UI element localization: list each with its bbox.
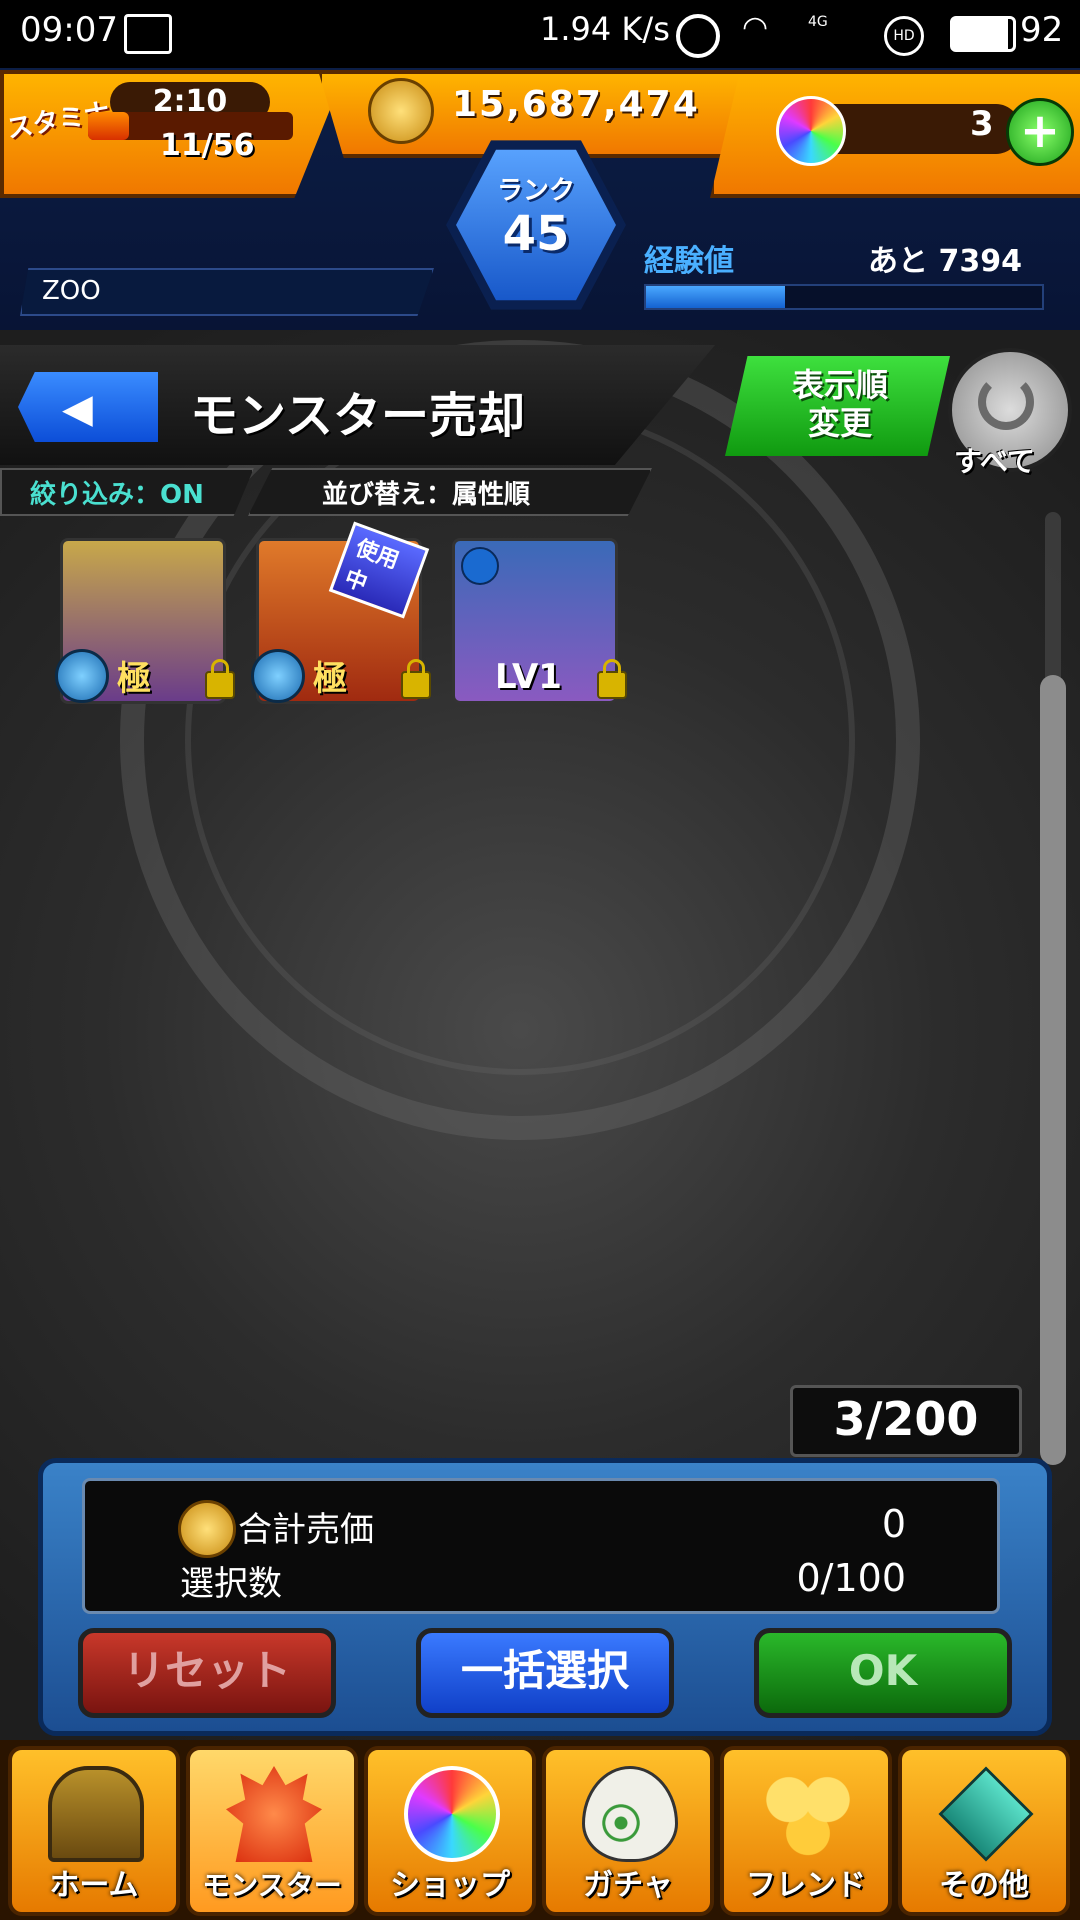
- image-notification-icon: [124, 14, 172, 54]
- network-speed: 1.94 K/s: [540, 10, 670, 48]
- orb-count: 3: [970, 104, 994, 144]
- rainbow-orb-icon: [404, 1766, 500, 1862]
- nav-label: ガチャ: [583, 1868, 673, 1903]
- page-title: モンスター売却: [190, 388, 526, 444]
- exp-bar: [644, 284, 1044, 310]
- friend-balloon-icon: [760, 1766, 856, 1862]
- show-all-label[interactable]: すべて: [954, 440, 1035, 480]
- player-name: ZOO: [42, 276, 101, 306]
- monster-card[interactable]: 極: [55, 538, 235, 704]
- network-type: 4G: [808, 14, 828, 30]
- sort-change-label: 表示順 変更: [791, 366, 888, 442]
- alarm-icon: [676, 14, 720, 58]
- nav-friend[interactable]: フレンド: [720, 1746, 892, 1916]
- refresh-icon: [978, 374, 1034, 430]
- coin-icon: [368, 78, 434, 144]
- box-count: 3/200: [790, 1385, 1022, 1457]
- nav-label: モンスター: [202, 1869, 342, 1902]
- rank-value: 45: [502, 206, 570, 262]
- exp-label: 経験値: [644, 244, 734, 279]
- monster-card[interactable]: LV1: [452, 538, 627, 704]
- coin-icon: [178, 1500, 236, 1558]
- coin-count: 15,687,474: [452, 84, 700, 125]
- sort-change-button[interactable]: 表示順 変更: [725, 356, 950, 456]
- status-bar: 09:07 1.94 K/s ◠ 4G HD 92: [0, 0, 1080, 68]
- filter-label[interactable]: 絞り込み：ON: [30, 474, 204, 511]
- back-button[interactable]: ◀: [18, 372, 158, 442]
- scrollbar-thumb[interactable]: [1040, 675, 1066, 1465]
- ok-button[interactable]: OK: [754, 1628, 1012, 1718]
- lock-icon: [597, 659, 627, 699]
- nav-gacha[interactable]: ガチャ: [542, 1746, 714, 1916]
- water-element-icon: [55, 649, 109, 703]
- nav-other[interactable]: その他: [898, 1746, 1070, 1916]
- water-element-icon: [251, 649, 305, 703]
- selected-count-value: 0/100: [796, 1556, 906, 1600]
- water-element-badge-icon: [461, 547, 499, 585]
- nav-label: ショップ: [390, 1868, 510, 1903]
- battery-icon: [950, 16, 1016, 52]
- nav-label: ホーム: [49, 1868, 139, 1903]
- hd-icon: HD: [884, 16, 924, 56]
- nav-home[interactable]: ホーム: [8, 1746, 180, 1916]
- home-gate-icon: [48, 1766, 144, 1862]
- egg-icon: [582, 1766, 678, 1862]
- exp-remaining: あと 7394: [868, 244, 1022, 279]
- monster-icon: [226, 1766, 322, 1862]
- reset-button[interactable]: リセット: [78, 1628, 336, 1718]
- stamina-value: 11/56: [160, 128, 255, 163]
- monster-label: 極: [313, 659, 347, 699]
- total-price-value: 0: [881, 1502, 906, 1546]
- lock-icon: [205, 659, 235, 699]
- sort-label[interactable]: 並び替え：属性順: [322, 474, 530, 511]
- rainbow-orb-icon: [776, 96, 846, 166]
- stamina-bar-fill: [88, 112, 129, 140]
- selected-count-label: 選択数: [180, 1564, 282, 1604]
- nav-label: その他: [939, 1868, 1029, 1903]
- lock-icon: [401, 659, 431, 699]
- monster-label: 極: [117, 659, 151, 699]
- other-menu-icon: [938, 1766, 1034, 1862]
- select-all-button[interactable]: 一括選択: [416, 1628, 674, 1718]
- exp-bar-fill: [646, 286, 785, 308]
- nav-shop[interactable]: ショップ: [364, 1746, 536, 1916]
- wifi-icon: ◠: [742, 10, 769, 45]
- nav-monster[interactable]: モンスター: [186, 1746, 358, 1916]
- back-arrow-icon: ◀: [62, 386, 93, 432]
- buy-orbs-button[interactable]: +: [1006, 98, 1074, 166]
- clock: 09:07: [20, 10, 118, 50]
- monster-level: LV1: [495, 657, 562, 697]
- total-price-label: 合計売価: [238, 1510, 374, 1550]
- rank-label: ランク: [496, 176, 575, 206]
- battery-level: 92: [1020, 10, 1064, 50]
- monster-card[interactable]: 極 使用中: [251, 521, 431, 704]
- nav-label: フレンド: [746, 1868, 866, 1903]
